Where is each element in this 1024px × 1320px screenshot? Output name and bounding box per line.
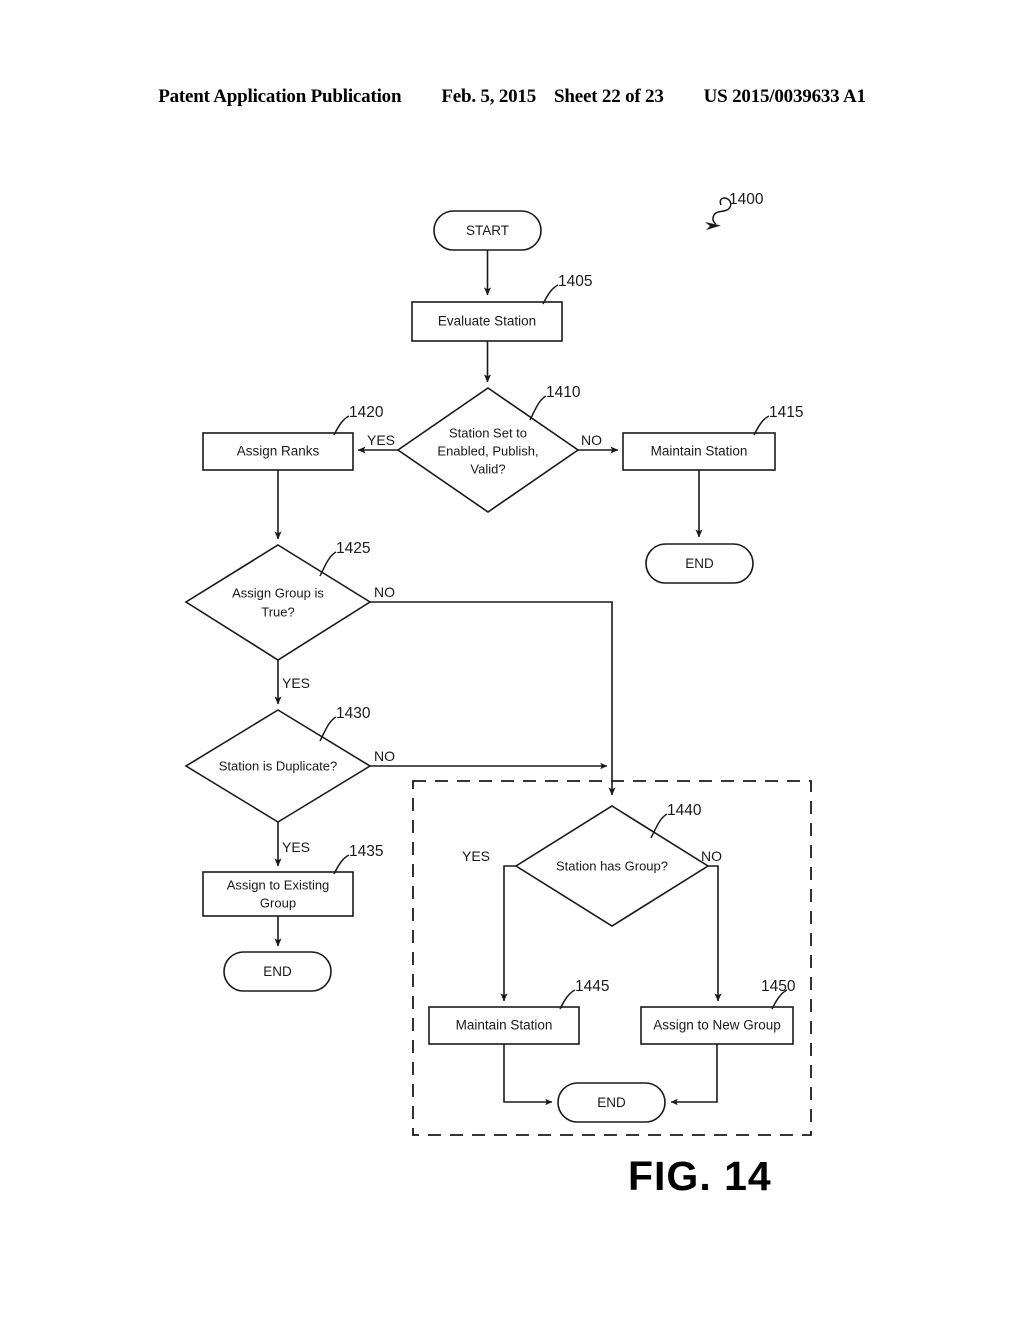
node-decision-has-group-label: Station has Group? [556, 858, 668, 873]
ref-callout-1430: 1430 [319, 705, 371, 742]
ref-label-1415: 1415 [769, 404, 803, 421]
node-decision-assign-group-label-line2: True? [261, 604, 294, 619]
ref-callout-1445: 1445 [559, 978, 609, 1010]
edge-has-group-yes-to-maintain-station [500, 865, 516, 1002]
ref-label-1450: 1450 [761, 978, 796, 995]
node-assign-existing-group-label-line1: Assign to Existing [227, 877, 330, 892]
node-maintain-station-bottom-label: Maintain Station [456, 1018, 553, 1033]
node-end-left-label: END [263, 964, 292, 979]
ref-callout-1410: 1410 [529, 384, 581, 421]
edge-maintain-station-bottom-to-end [503, 1044, 553, 1106]
ref-label-1445: 1445 [575, 978, 609, 995]
node-assign-ranks: Assign Ranks [202, 432, 354, 471]
branch-label-has-group-yes: YES [462, 848, 490, 864]
node-assign-existing-group-label-line2: Group [260, 895, 296, 910]
ref-label-1425: 1425 [336, 540, 370, 557]
ref-callout-1420: 1420 [333, 404, 384, 436]
node-decision-enabled-label-line2: Enabled, Publish, [437, 443, 538, 458]
node-maintain-station-bottom: Maintain Station [428, 1006, 580, 1045]
ref-label-1400: 1400 [729, 191, 764, 208]
branch-label-enabled-yes: YES [367, 432, 395, 448]
ref-callout-1415: 1415 [753, 404, 803, 436]
ref-callout-1450: 1450 [761, 978, 796, 1010]
ref-label-1410: 1410 [546, 384, 581, 401]
edge-assign-new-group-to-end [670, 1044, 718, 1106]
diagram-reference-callout-1400: 1400 [705, 191, 764, 230]
ref-callout-1425: 1425 [319, 540, 370, 577]
node-assign-new-group: Assign to New Group [640, 1006, 794, 1045]
node-evaluate-station-label: Evaluate Station [438, 314, 536, 329]
flowchart-figure: 1400 START Evaluate Station 1405 Station… [0, 0, 1024, 1320]
node-start: START [433, 210, 542, 251]
node-start-label: START [466, 223, 509, 238]
ref-label-1430: 1430 [336, 705, 371, 722]
ref-callout-1405: 1405 [542, 273, 592, 305]
ref-callout-1440: 1440 [650, 802, 702, 839]
ref-label-1440: 1440 [667, 802, 702, 819]
node-decision-enabled-label-line1: Station Set to [449, 425, 527, 440]
ref-label-1420: 1420 [349, 404, 384, 421]
ref-callout-1435: 1435 [333, 843, 383, 875]
figure-caption: FIG. 14 [628, 1153, 772, 1199]
node-assign-ranks-label: Assign Ranks [237, 444, 320, 459]
node-assign-existing-group: Assign to Existing Group [202, 871, 354, 917]
branch-label-duplicate-no: NO [374, 748, 395, 764]
node-end-left: END [223, 951, 332, 992]
ref-label-1405: 1405 [558, 273, 592, 290]
edge-has-group-no-to-assign-new-group [708, 865, 722, 1002]
node-evaluate-station: Evaluate Station [411, 301, 563, 342]
node-end-bottom-label: END [597, 1095, 626, 1110]
node-decision-has-group: Station has Group? [514, 805, 710, 927]
node-maintain-station-top-label: Maintain Station [651, 444, 748, 459]
node-decision-assign-group-label-line1: Assign Group is [232, 585, 324, 600]
node-end-bottom: END [557, 1082, 666, 1123]
node-decision-duplicate: Station is Duplicate? [184, 709, 372, 823]
node-end-top-right: END [645, 543, 754, 584]
branch-label-enabled-no: NO [581, 432, 602, 448]
ref-label-1435: 1435 [349, 843, 383, 860]
branch-label-has-group-no: NO [701, 848, 722, 864]
node-end-top-right-label: END [685, 556, 714, 571]
node-maintain-station-top: Maintain Station [622, 432, 776, 471]
branch-label-assign-group-no: NO [374, 584, 395, 600]
node-assign-new-group-label: Assign to New Group [653, 1018, 781, 1033]
branch-label-assign-group-yes: YES [282, 675, 310, 691]
node-decision-duplicate-label: Station is Duplicate? [219, 758, 338, 773]
node-decision-assign-group: Assign Group is True? [184, 544, 372, 661]
branch-label-duplicate-yes: YES [282, 839, 310, 855]
node-decision-enabled-label-line3: Valid? [470, 461, 505, 476]
node-decision-enabled: Station Set to Enabled, Publish, Valid? [396, 387, 580, 513]
